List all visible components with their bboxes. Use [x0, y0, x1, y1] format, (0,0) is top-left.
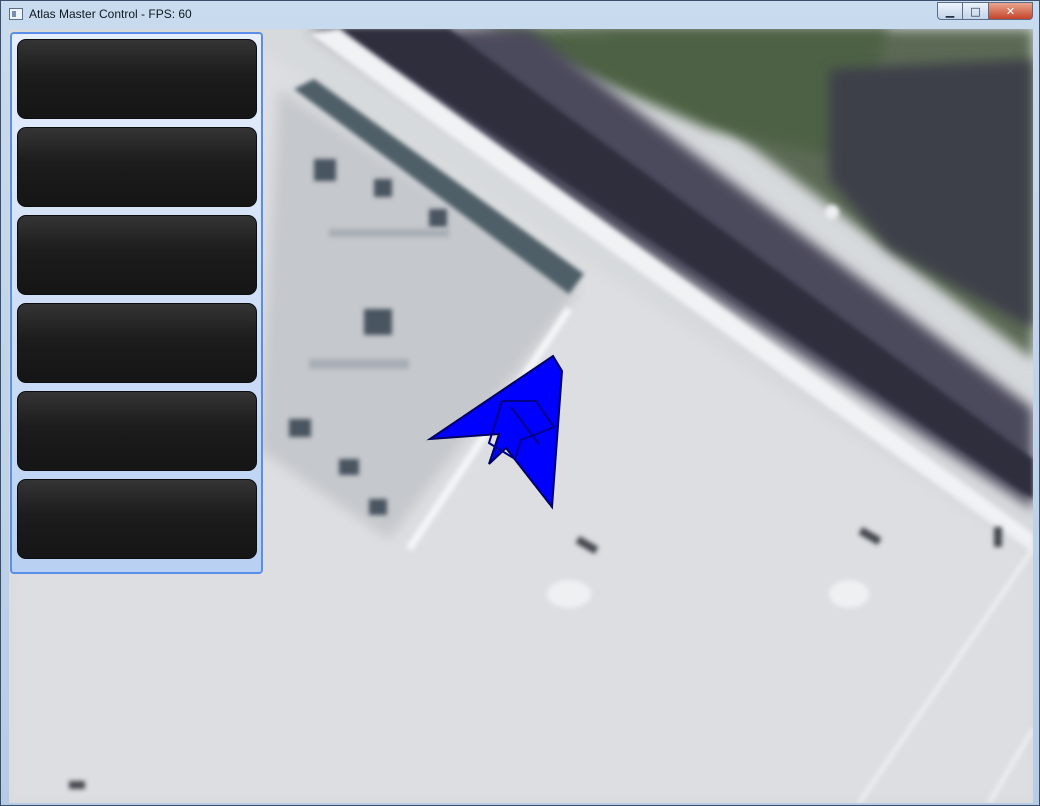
panel-button-1[interactable] [17, 39, 257, 119]
window-controls: ▁ □ ✕ [937, 2, 1033, 20]
panel-button-5[interactable] [17, 391, 257, 471]
panel-button-6[interactable] [17, 479, 257, 559]
maximize-button[interactable]: □ [963, 2, 989, 20]
control-panel [10, 32, 263, 574]
window-title: Atlas Master Control - FPS: 60 [29, 7, 192, 21]
panel-button-2[interactable] [17, 127, 257, 207]
panel-button-3[interactable] [17, 215, 257, 295]
app-window-icon[interactable] [9, 8, 23, 20]
panel-button-4[interactable] [17, 303, 257, 383]
app-window: Atlas Master Control - FPS: 60 ▁ □ ✕ [0, 0, 1040, 806]
minimize-button[interactable]: ▁ [937, 2, 963, 20]
title-bar[interactable]: Atlas Master Control - FPS: 60 ▁ □ ✕ [1, 1, 1039, 29]
close-button[interactable]: ✕ [989, 2, 1033, 20]
map-viewport[interactable] [9, 29, 1033, 803]
